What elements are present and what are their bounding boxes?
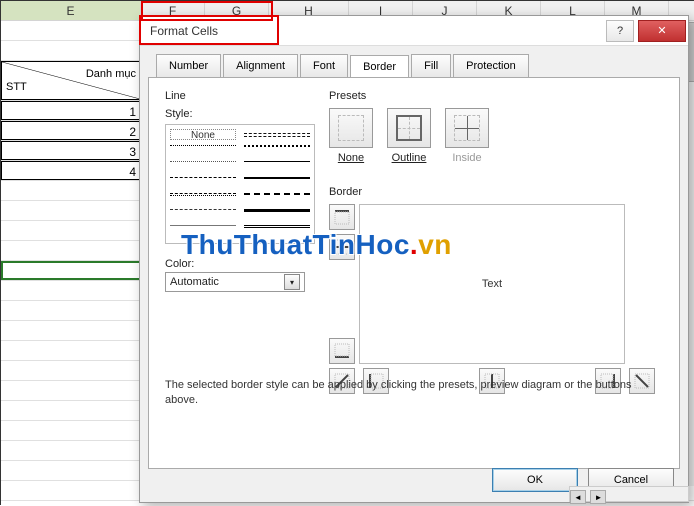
preset-outline: Outline — [387, 108, 431, 164]
border-panel: Line Style: None Color: — [148, 77, 680, 469]
column-header-e[interactable]: E — [1, 1, 141, 20]
chevron-down-icon[interactable]: ▾ — [284, 274, 300, 290]
cell[interactable] — [1, 481, 141, 500]
cell[interactable] — [1, 301, 141, 320]
color-dropdown[interactable]: Automatic ▾ — [165, 272, 305, 292]
color-value: Automatic — [170, 276, 219, 288]
style-label: Style: — [165, 108, 315, 120]
preset-inside: Inside — [445, 108, 489, 164]
cell[interactable] — [1, 221, 141, 240]
help-button[interactable]: ? — [606, 20, 634, 42]
preset-outline-button[interactable] — [387, 108, 431, 148]
preset-none-button[interactable] — [329, 108, 373, 148]
style-swatch[interactable] — [170, 145, 236, 156]
cell[interactable] — [1, 381, 141, 400]
style-swatch[interactable] — [244, 225, 310, 229]
cell[interactable]: 2 — [1, 121, 141, 140]
ok-button[interactable]: OK — [492, 468, 578, 492]
cell[interactable]: Danh mụcSTT — [1, 61, 141, 100]
horizontal-scrollbar[interactable]: ◄ ► — [569, 486, 689, 502]
style-swatch[interactable] — [170, 161, 236, 172]
style-swatch[interactable] — [244, 177, 310, 188]
border-label: Border — [329, 186, 655, 198]
cell[interactable] — [1, 241, 141, 260]
cell[interactable]: 4 — [1, 161, 141, 180]
cell[interactable] — [1, 461, 141, 480]
cell[interactable] — [1, 361, 141, 380]
border-bottom-button[interactable] — [329, 338, 355, 364]
style-swatch[interactable] — [244, 193, 310, 204]
border-preview[interactable]: Text — [359, 204, 625, 364]
tab-fill[interactable]: Fill — [411, 54, 451, 77]
cell[interactable] — [1, 341, 141, 360]
preset-inside-button[interactable] — [445, 108, 489, 148]
cell[interactable] — [1, 321, 141, 340]
cell[interactable] — [1, 421, 141, 440]
cell[interactable]: 1 — [1, 101, 141, 120]
style-swatch[interactable] — [244, 133, 310, 137]
cell[interactable] — [1, 21, 141, 40]
tab-number[interactable]: Number — [156, 54, 221, 77]
tab-alignment[interactable]: Alignment — [223, 54, 298, 77]
cell[interactable] — [1, 41, 141, 60]
dialog-title: Format Cells — [150, 24, 218, 38]
style-none[interactable]: None — [170, 129, 236, 140]
border-section: Border Text — [329, 186, 655, 394]
style-swatch[interactable] — [244, 209, 310, 220]
scroll-left-icon[interactable]: ◄ — [570, 490, 586, 504]
cell[interactable]: 3 — [1, 141, 141, 160]
cell[interactable] — [1, 201, 141, 220]
presets-section: Presets None Outline Inside — [329, 90, 489, 164]
style-swatch[interactable] — [170, 177, 236, 188]
format-cells-dialog: Format Cells ? ✕ NumberAlignmentFontBord… — [139, 15, 689, 503]
style-swatch[interactable] — [170, 225, 236, 236]
cell[interactable] — [1, 281, 141, 300]
scroll-right-icon[interactable]: ► — [590, 490, 606, 504]
line-section: Line Style: None Color: — [165, 90, 315, 292]
border-top-button[interactable] — [329, 204, 355, 230]
style-swatch[interactable] — [244, 161, 310, 172]
cell[interactable] — [1, 401, 141, 420]
close-button[interactable]: ✕ — [638, 20, 686, 42]
style-swatch[interactable] — [170, 193, 236, 196]
style-swatch[interactable] — [170, 209, 236, 220]
cell[interactable] — [1, 181, 141, 200]
cell[interactable] — [1, 261, 141, 280]
dialog-tabs: NumberAlignmentFontBorderFillProtection — [156, 54, 680, 77]
help-text: The selected border style can be applied… — [165, 378, 663, 409]
line-label: Line — [165, 90, 315, 102]
line-style-picker[interactable]: None — [165, 124, 315, 244]
cell[interactable] — [1, 441, 141, 460]
dialog-titlebar: Format Cells ? ✕ — [140, 16, 688, 46]
style-swatch[interactable] — [244, 145, 310, 156]
color-label: Color: — [165, 258, 315, 270]
tab-border[interactable]: Border — [350, 55, 409, 78]
tab-font[interactable]: Font — [300, 54, 348, 77]
border-middle-h-button[interactable] — [329, 234, 355, 260]
preset-none: None — [329, 108, 373, 164]
presets-label: Presets — [329, 90, 489, 102]
tab-protection[interactable]: Protection — [453, 54, 529, 77]
